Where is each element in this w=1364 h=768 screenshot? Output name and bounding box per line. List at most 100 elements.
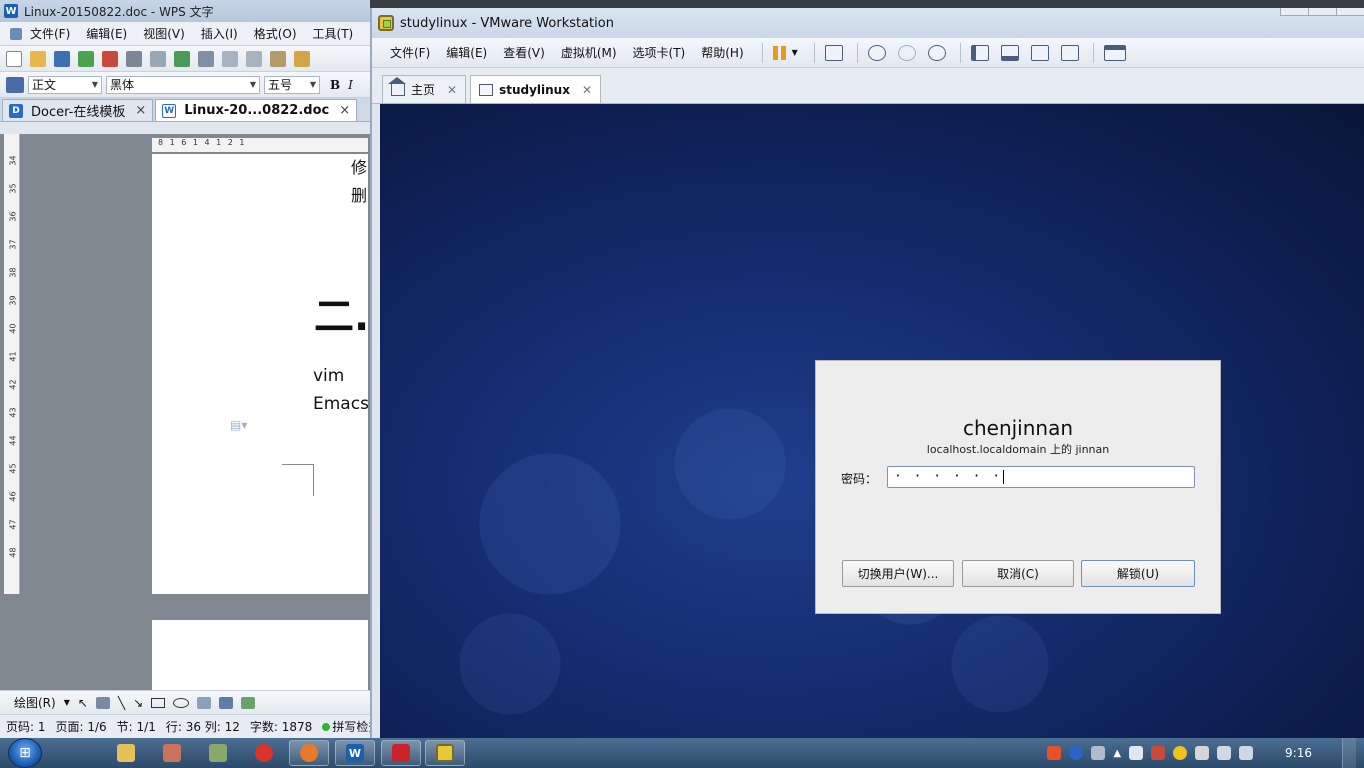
wps-menu-view[interactable]: 视图(V) (143, 25, 185, 42)
vm-menu-help[interactable]: 帮助(H) (701, 44, 743, 61)
sogou-input-icon[interactable] (1047, 746, 1062, 760)
vertical-ruler[interactable]: 34 35 36 37 38 39 40 41 42 43 44 45 46 47 48 (4, 134, 20, 594)
wordart-icon[interactable] (219, 696, 234, 709)
taskbar-tools[interactable] (198, 740, 238, 766)
italic-icon[interactable]: I (348, 78, 353, 92)
show-library-icon[interactable] (970, 44, 989, 61)
draw-menu[interactable]: 绘图(R) (14, 694, 56, 711)
tab-docer-templates[interactable]: D Docer-在线模板 × (2, 99, 154, 121)
taskbar-wps[interactable]: W (335, 740, 375, 766)
pdf-icon[interactable] (102, 50, 118, 67)
paste-options-icon[interactable]: ▤▾ (230, 418, 247, 432)
unity-icon[interactable] (1060, 44, 1079, 61)
print-icon[interactable] (126, 50, 142, 67)
vm-menu-vm[interactable]: 虚拟机(M) (561, 44, 617, 61)
full-screen-icon[interactable] (1030, 44, 1049, 61)
tab-linux-doc[interactable]: W Linux-20...0822.doc × (155, 99, 358, 121)
pause-vm-icon[interactable] (772, 45, 786, 60)
taskbar-weibo[interactable] (244, 740, 284, 766)
volume-icon[interactable] (1217, 746, 1232, 760)
cut-icon[interactable] (246, 50, 262, 67)
wps-menu-edit[interactable]: 编辑(E) (86, 25, 127, 42)
select-pointer-icon[interactable]: ↖ (78, 696, 88, 710)
folder-icon (117, 744, 135, 762)
document-page-next[interactable] (152, 620, 368, 690)
taskbar-vmware[interactable] (425, 740, 465, 766)
styles-icon[interactable] (6, 76, 24, 93)
traditional-chinese-icon[interactable] (198, 50, 214, 67)
font-size-select[interactable]: 五号 ▼ (264, 75, 320, 94)
vm-menu-edit[interactable]: 编辑(E) (446, 44, 487, 61)
copy-icon[interactable] (222, 50, 238, 67)
unlock-button[interactable]: 解锁(U) (1081, 560, 1195, 587)
document-page[interactable]: 修 删 二. vim Emacs ▤▾ (152, 154, 369, 594)
autoshapes-icon[interactable] (95, 696, 110, 709)
close-button[interactable] (1336, 8, 1364, 16)
close-icon[interactable]: ✕ (582, 83, 592, 97)
export-icon[interactable] (78, 50, 94, 67)
horizontal-ruler[interactable]: 8 1 6 1 4 1 2 1 (152, 138, 368, 152)
close-icon[interactable]: × (339, 103, 350, 118)
tab-studylinux[interactable]: studylinux ✕ (470, 75, 602, 103)
help-icon[interactable] (1069, 746, 1084, 760)
wps-menu-insert[interactable]: 插入(I) (201, 25, 238, 42)
spellcheck-icon[interactable] (174, 50, 190, 67)
close-icon[interactable]: ✕ (447, 83, 457, 97)
paste-icon[interactable] (270, 50, 286, 67)
vm-menu-file[interactable]: 文件(F) (390, 44, 430, 61)
switch-user-button[interactable]: 切换用户(W)... (842, 560, 954, 587)
rectangle-icon[interactable] (151, 697, 166, 708)
close-icon[interactable]: × (135, 103, 146, 118)
vm-menu-view[interactable]: 查看(V) (503, 44, 545, 61)
start-button[interactable]: ⊞ (8, 738, 42, 768)
wps-menu-format[interactable]: 格式(O) (254, 25, 297, 42)
clipboard-icon[interactable] (1129, 746, 1144, 760)
wps-document-area[interactable]: 8 1 6 1 4 1 2 1 34 35 36 37 38 39 40 41 42 43 44 45… (0, 134, 370, 690)
snapshot-manager-icon[interactable] (927, 44, 946, 61)
vm-console[interactable]: chenjinnan localhost.localdomain 上的 jinn… (380, 104, 1364, 738)
bold-icon[interactable]: B (330, 78, 340, 92)
qq-icon[interactable] (1173, 746, 1188, 760)
chevron-down-icon[interactable]: ▼ (64, 698, 70, 707)
status-wordcount[interactable]: 字数: 1878 (250, 718, 312, 735)
taskbar-explorer[interactable] (106, 740, 146, 766)
textbox-icon[interactable] (197, 696, 212, 709)
wps-doc-icon[interactable] (10, 27, 22, 40)
clock[interactable]: 9:16 (1285, 746, 1312, 760)
new-doc-icon[interactable] (6, 50, 22, 67)
taskbar-paint[interactable] (152, 740, 192, 766)
save-icon[interactable] (54, 50, 70, 67)
send-ctrl-alt-del-icon[interactable] (824, 44, 843, 61)
wps-menu-tools[interactable]: 工具(T) (313, 25, 354, 42)
open-folder-icon[interactable] (30, 50, 46, 67)
style-select[interactable]: 正文 ▼ (28, 75, 102, 94)
maximize-button[interactable] (1308, 8, 1336, 16)
ellipse-icon[interactable] (173, 697, 190, 708)
cancel-button[interactable]: 取消(C) (962, 560, 1074, 587)
snapshot-icon[interactable] (867, 44, 886, 61)
display-icon[interactable] (1239, 746, 1254, 760)
thumbnail-bar-icon[interactable] (1000, 44, 1019, 61)
status-spellcheck[interactable]: 拼写检查 (322, 718, 370, 735)
minimize-button[interactable] (1280, 8, 1308, 16)
password-field[interactable]: · · · · · · (887, 466, 1195, 488)
wps-menu-file[interactable]: 文件(F) (30, 25, 70, 42)
network-status-icon[interactable] (1195, 746, 1210, 760)
tray-expand-icon[interactable]: ▲ (1113, 748, 1121, 759)
taskbar-media[interactable] (381, 740, 421, 766)
arrow-icon[interactable]: ↘ (133, 696, 143, 710)
font-select[interactable]: 黑体 ▼ (106, 75, 260, 94)
settings-icon[interactable] (1091, 746, 1106, 760)
security-icon[interactable] (1151, 746, 1166, 760)
format-painter-icon[interactable] (294, 50, 310, 67)
console-view-icon[interactable] (1103, 44, 1126, 61)
show-desktop-button[interactable] (1342, 738, 1356, 768)
vm-menu-tabs[interactable]: 选项卡(T) (633, 44, 686, 61)
taskbar-firefox[interactable] (289, 740, 329, 766)
revert-snapshot-icon[interactable] (897, 44, 916, 61)
insert-picture-icon[interactable] (241, 696, 256, 709)
tab-home[interactable]: 主页 ✕ (382, 75, 467, 103)
print-preview-icon[interactable] (150, 50, 166, 67)
line-icon[interactable]: ╲ (118, 696, 125, 710)
chevron-down-icon[interactable]: ▼ (792, 48, 798, 57)
